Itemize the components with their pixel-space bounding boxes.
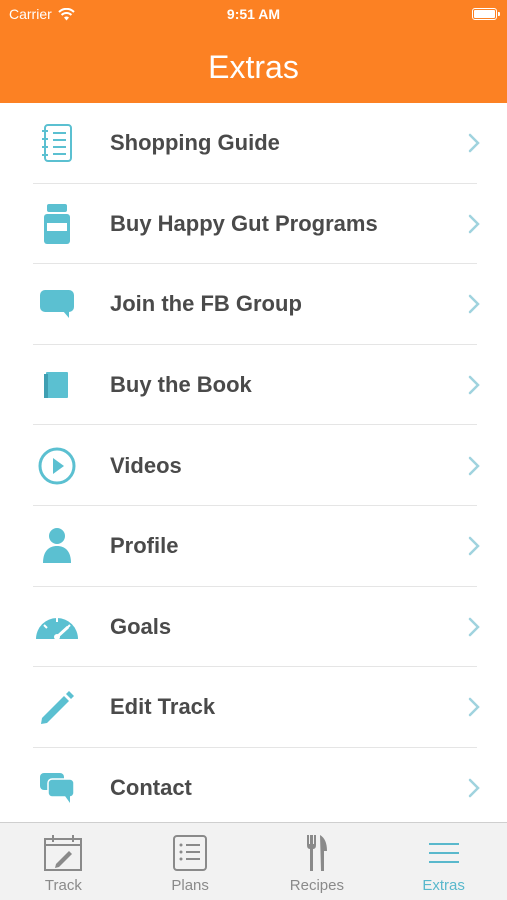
extras-menu-list: Shopping Guide Buy Happy Gut Programs Jo… — [0, 103, 507, 828]
chevron-right-icon — [468, 537, 480, 556]
chevron-right-icon — [468, 134, 480, 153]
gauge-icon — [33, 603, 81, 651]
menu-item-goals[interactable]: Goals — [0, 587, 507, 668]
pencil-icon — [33, 683, 81, 731]
chevron-right-icon — [468, 375, 480, 395]
chevron-right-icon — [468, 456, 480, 475]
book-icon — [33, 361, 81, 409]
chevron-right-icon — [468, 214, 480, 234]
tab-label: Recipes — [289, 877, 344, 894]
menu-item-shopping-guide[interactable]: Shopping Guide — [0, 103, 507, 184]
status-time: 9:51 AM — [226, 6, 281, 22]
tab-label: Extras — [422, 877, 465, 894]
menu-item-label: Buy Happy Gut Programs — [110, 210, 378, 236]
chevron-right-icon — [468, 698, 480, 717]
chevron-right-icon — [468, 617, 480, 637]
calendar-pencil-icon — [41, 833, 85, 873]
status-bar: Carrier 9:51 AM — [0, 0, 507, 28]
list-document-icon — [168, 833, 212, 873]
menu-item-contact[interactable]: Contact — [0, 748, 507, 829]
menu-item-buy-programs[interactable]: Buy Happy Gut Programs — [0, 184, 507, 265]
tab-track[interactable]: Track — [0, 823, 127, 900]
tab-extras[interactable]: Extras — [380, 823, 507, 900]
fork-knife-icon — [295, 833, 339, 873]
menu-item-label: Contact — [110, 775, 192, 801]
tab-plans[interactable]: Plans — [127, 823, 254, 900]
battery-icon — [472, 8, 500, 20]
chevron-right-icon — [468, 778, 480, 798]
menu-item-label: Buy the Book — [110, 372, 252, 398]
tab-label: Plans — [171, 877, 209, 894]
nav-header: Carrier 9:51 AM Extras — [0, 0, 507, 103]
notebook-icon — [33, 119, 81, 167]
menu-item-profile[interactable]: Profile — [0, 506, 507, 587]
chat-icon — [33, 280, 81, 328]
menu-item-fb-group[interactable]: Join the FB Group — [0, 264, 507, 345]
chat-bubbles-icon — [33, 764, 81, 812]
tab-bar: Track Plans Recipes Extras — [0, 822, 507, 900]
menu-item-label: Edit Track — [110, 694, 216, 720]
hamburger-menu-icon — [422, 833, 466, 873]
chevron-right-icon — [468, 295, 480, 314]
page-title: Extras — [208, 49, 299, 85]
play-icon — [33, 442, 81, 490]
menu-item-label: Goals — [110, 613, 172, 639]
menu-item-videos[interactable]: Videos — [0, 425, 507, 506]
menu-item-edit-track[interactable]: Edit Track — [0, 667, 507, 748]
tab-label: Track — [44, 877, 82, 894]
menu-item-buy-book[interactable]: Buy the Book — [0, 345, 507, 426]
person-icon — [33, 522, 81, 570]
menu-item-label: Profile — [110, 533, 179, 559]
jar-icon — [33, 200, 81, 248]
tab-recipes[interactable]: Recipes — [254, 823, 381, 900]
menu-item-label: Videos — [110, 452, 182, 478]
menu-item-label: Join the FB Group — [110, 291, 302, 317]
menu-item-label: Shopping Guide — [110, 130, 280, 156]
